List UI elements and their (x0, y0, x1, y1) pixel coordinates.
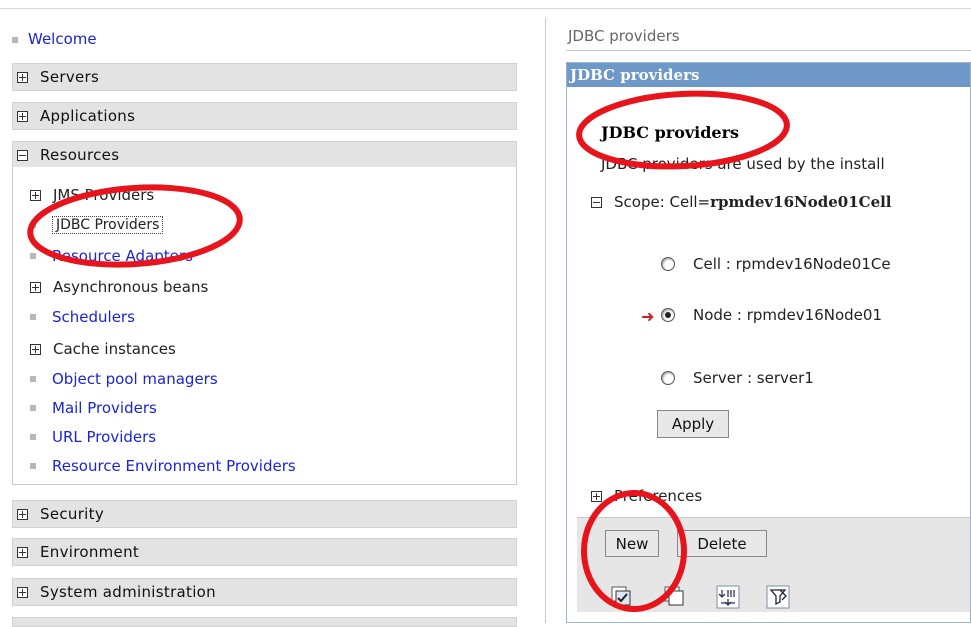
expand-icon[interactable] (17, 546, 28, 558)
preferences-section[interactable]: Preferences (591, 487, 702, 505)
expand-icon[interactable] (17, 110, 28, 122)
collapse-icon[interactable] (17, 149, 28, 161)
radio-button-selected[interactable] (661, 308, 675, 322)
nav-item-url[interactable]: URL Providers (30, 428, 156, 446)
radio-node-label: Node : rpmdev16Node01 (693, 306, 882, 324)
pane-divider (545, 18, 546, 623)
apply-button[interactable]: Apply (657, 410, 729, 438)
filter-icon[interactable] (765, 584, 791, 610)
navigation-tree: Welcome Servers Applications Resources J… (0, 0, 530, 627)
scope-radio-node[interactable]: Node : rpmdev16Node01 (661, 306, 882, 324)
bullet-icon (30, 222, 36, 228)
expand-icon[interactable] (30, 343, 41, 355)
scope-radio-cell[interactable]: Cell : rpmdev16Node01Ce (661, 255, 891, 273)
new-button[interactable]: New (605, 530, 659, 557)
async-label: Asynchronous beans (53, 278, 209, 296)
expand-icon[interactable] (17, 71, 28, 83)
expand-icon[interactable] (591, 490, 602, 502)
bullet-icon (30, 253, 36, 259)
bullet-icon (30, 434, 36, 440)
nav-servers-label: Servers (40, 68, 100, 86)
panel-titlebar: JDBC providers (567, 63, 970, 87)
page-description: JDBC providers are used by the install (601, 155, 885, 173)
nav-security-label: Security (40, 505, 104, 523)
bullet-icon (12, 36, 18, 43)
radio-button[interactable] (661, 257, 675, 271)
nav-servers[interactable]: Servers (12, 63, 517, 91)
deselect-all-icon[interactable] (662, 584, 688, 610)
bullet-icon (30, 463, 36, 469)
nav-environment[interactable]: Environment (12, 538, 517, 566)
nav-item-jms[interactable]: JMS Providers (30, 186, 154, 204)
url-providers-link[interactable]: URL Providers (52, 428, 156, 446)
radio-cell-label: Cell : rpmdev16Node01Ce (693, 255, 891, 273)
scope-value: rpmdev16Node01Cell (710, 193, 892, 211)
resource-env-link[interactable]: Resource Environment Providers (52, 457, 296, 475)
bullet-icon (30, 376, 36, 382)
radio-server-label: Server : server1 (693, 369, 814, 387)
nav-next-item[interactable] (12, 617, 517, 627)
scope-label: Scope: Cell= (614, 193, 711, 211)
nav-item-adapters[interactable]: Resource Adapters (30, 247, 193, 265)
collapse-icon[interactable] (591, 196, 602, 208)
object-pool-link[interactable]: Object pool managers (52, 370, 218, 388)
breadcrumb-underline (566, 50, 971, 51)
nav-environment-label: Environment (40, 543, 140, 561)
expand-icon[interactable] (17, 508, 28, 520)
nav-item-mail[interactable]: Mail Providers (30, 399, 157, 417)
nav-item-env[interactable]: Resource Environment Providers (30, 457, 296, 475)
delete-button[interactable]: Delete (677, 530, 767, 557)
jdbc-providers-link[interactable]: JDBC Providers (52, 216, 164, 234)
nav-resources[interactable]: Resources (12, 141, 517, 169)
nav-welcome[interactable]: Welcome (12, 30, 97, 48)
expand-icon[interactable] (30, 189, 41, 201)
nav-applications[interactable]: Applications (12, 102, 517, 130)
radio-button[interactable] (661, 371, 675, 385)
nav-system-administration[interactable]: System administration (12, 578, 517, 606)
nav-item-cache[interactable]: Cache instances (30, 340, 176, 358)
nav-sysadmin-label: System administration (40, 583, 216, 601)
scope-radio-server[interactable]: Server : server1 (661, 369, 814, 387)
resource-adapters-link[interactable]: Resource Adapters (52, 247, 193, 265)
selected-arrow-icon: ➜ (641, 307, 655, 326)
schedulers-link[interactable]: Schedulers (52, 308, 135, 326)
welcome-link[interactable]: Welcome (28, 30, 97, 48)
scope-section[interactable]: Scope: Cell= rpmdev16Node01Cell (591, 193, 892, 211)
nav-item-schedulers[interactable]: Schedulers (30, 308, 135, 326)
cache-label: Cache instances (53, 340, 176, 358)
bullet-icon (30, 405, 36, 411)
nav-applications-label: Applications (40, 107, 136, 125)
preferences-label: Preferences (614, 487, 703, 505)
nav-resources-label: Resources (40, 146, 120, 164)
breadcrumb: JDBC providers (568, 27, 680, 45)
expand-all-icon[interactable] (715, 584, 741, 610)
nav-item-jdbc[interactable]: JDBC Providers (30, 216, 164, 234)
expand-icon[interactable] (30, 281, 41, 293)
mail-providers-link[interactable]: Mail Providers (52, 399, 157, 417)
nav-item-pool[interactable]: Object pool managers (30, 370, 218, 388)
jdbc-providers-panel: JDBC providers JDBC providers JDBC provi… (566, 62, 971, 623)
page-title: JDBC providers (601, 123, 740, 142)
select-all-icon[interactable] (609, 584, 635, 610)
expand-icon[interactable] (17, 586, 28, 598)
nav-security[interactable]: Security (12, 500, 517, 528)
bullet-icon (30, 314, 36, 320)
nav-item-async[interactable]: Asynchronous beans (30, 278, 208, 296)
jms-label: JMS Providers (53, 186, 155, 204)
